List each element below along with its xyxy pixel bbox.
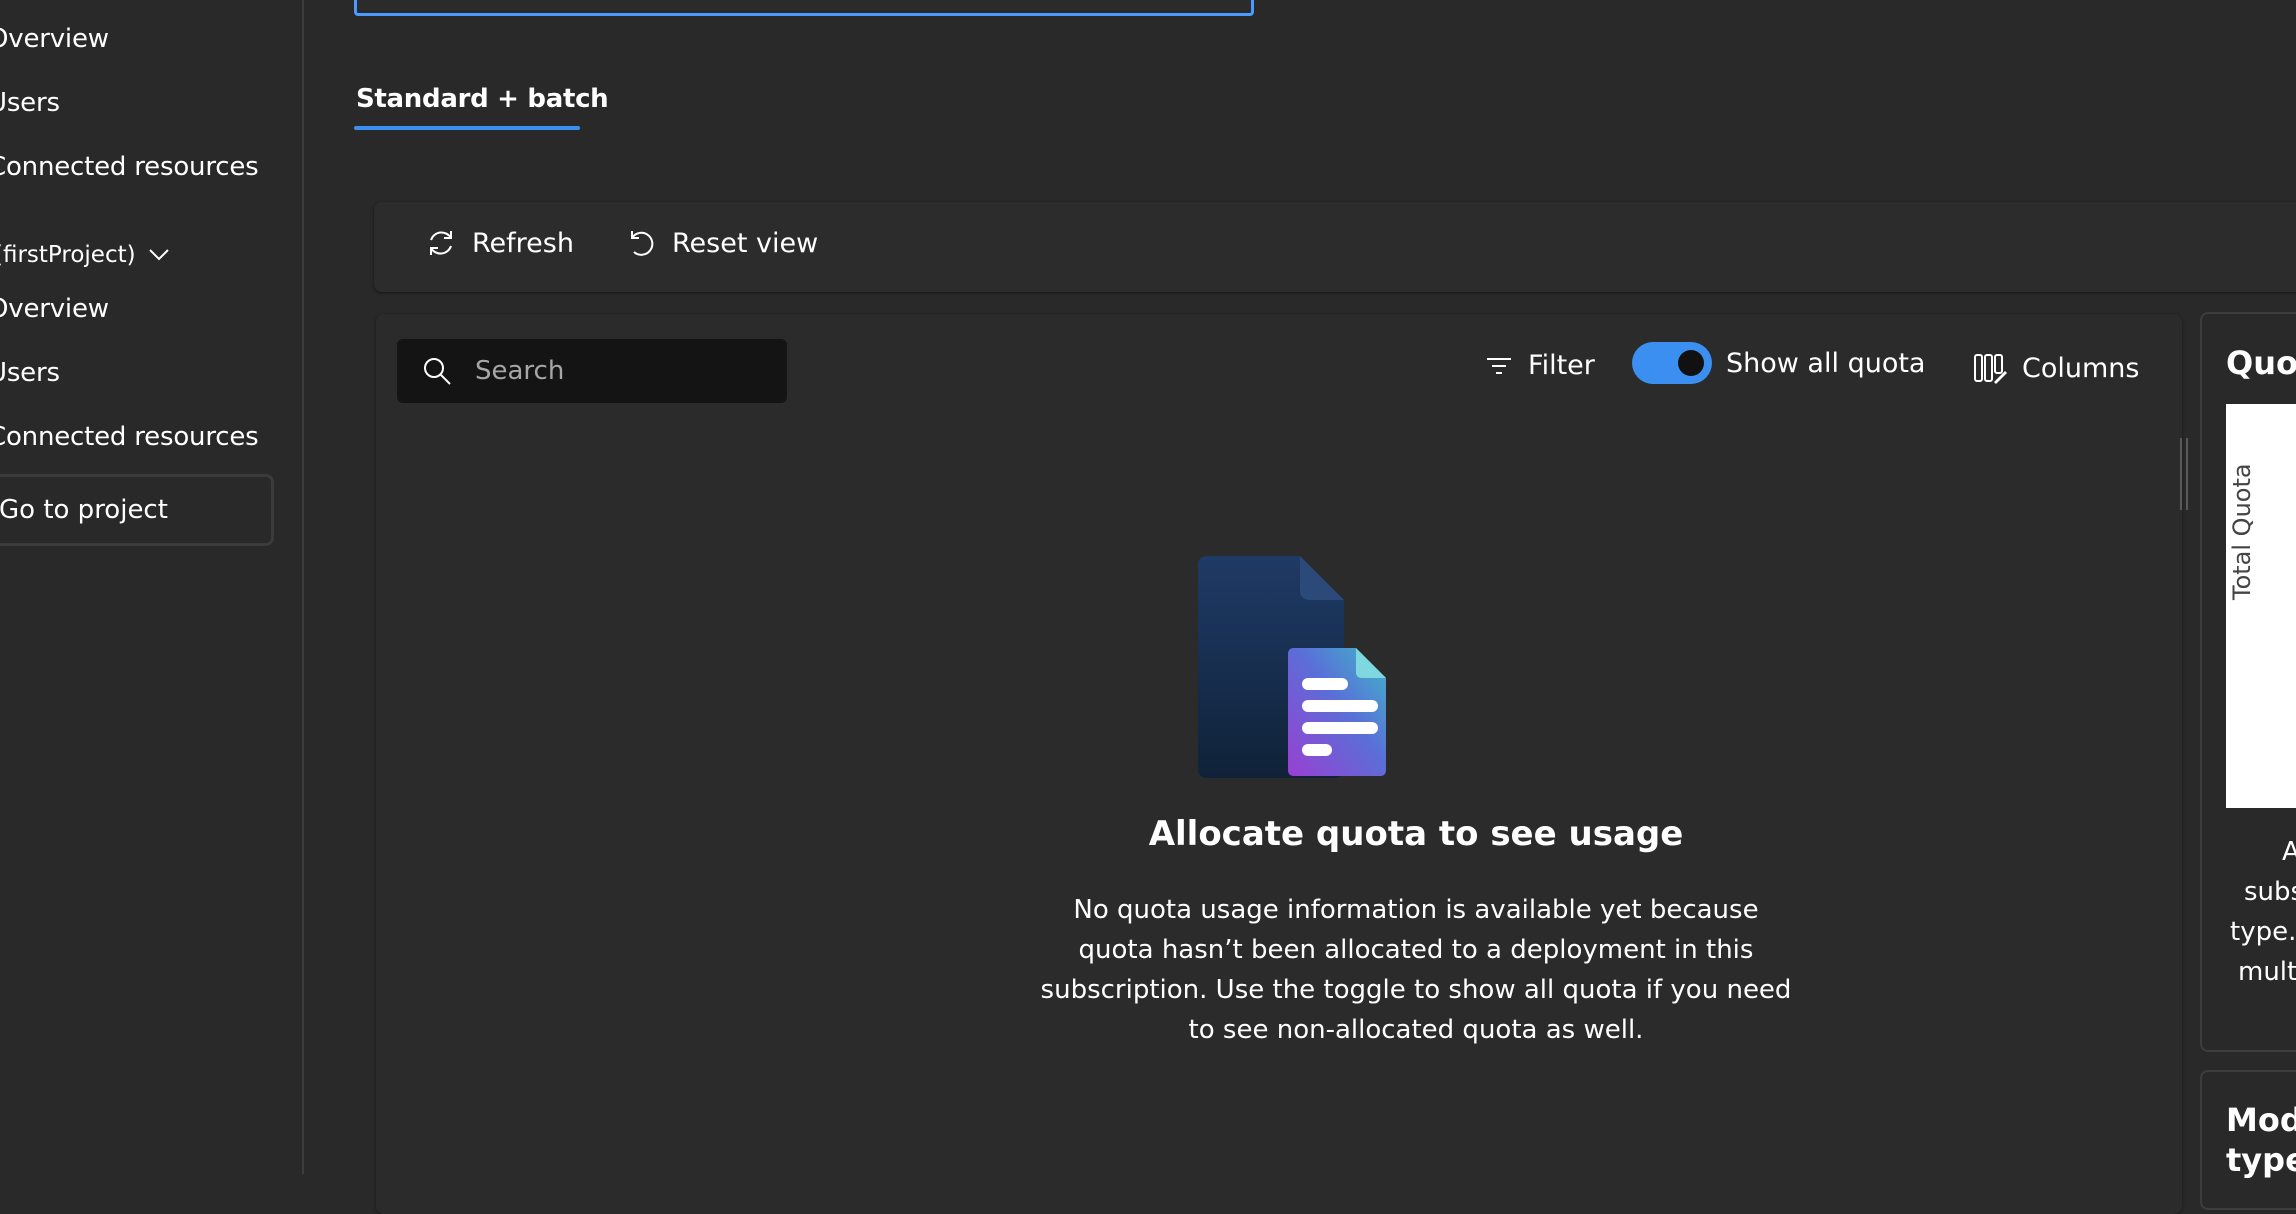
- tab-standard-batch[interactable]: Standard + batch: [356, 84, 609, 114]
- reset-view-button[interactable]: Reset view: [624, 226, 818, 260]
- model-types-card: Model types: [2200, 1070, 2296, 1210]
- empty-state-title: Allocate quota to see usage: [1148, 814, 1684, 854]
- filter-icon: [1487, 357, 1511, 374]
- sidebar-item-users[interactable]: Users: [0, 88, 60, 118]
- quota-card-text: A subs type. multi: [2230, 837, 2296, 987]
- filter-button[interactable]: Filter: [1484, 350, 1595, 381]
- quota-grid-panel: Filter Show all quota Columns: [376, 314, 2188, 1214]
- show-all-quota-toggle[interactable]: Show all quota: [1632, 342, 1925, 384]
- sidebar-item-connected-resources[interactable]: Connected resources: [0, 152, 259, 182]
- document-illustration-icon: [1198, 556, 1386, 778]
- chevron-down-icon: [148, 249, 169, 261]
- project-group-label: (firstProject): [0, 242, 136, 268]
- empty-state-description: No quota usage information is available …: [1040, 895, 1792, 1045]
- model-types-title: Model types: [2226, 1101, 2296, 1179]
- go-to-project-button[interactable]: Go to project: [0, 474, 274, 546]
- columns-button[interactable]: Columns: [1972, 350, 2139, 386]
- undo-icon: [631, 231, 654, 256]
- search-input[interactable]: [473, 355, 773, 387]
- toggle-knob: [1678, 350, 1704, 376]
- quota-summary-card: Quota A subs type. multi: [2200, 312, 2296, 1052]
- top-input-field[interactable]: [354, 0, 1254, 16]
- quota-chart-y-axis-label: Total Quota: [2228, 463, 2256, 600]
- tab-selected-indicator: [354, 126, 580, 130]
- sidebar: Overview Users Connected resources (firs…: [0, 0, 304, 1174]
- sidebar-project-item-overview[interactable]: Overview: [0, 294, 109, 324]
- refresh-icon: [430, 231, 452, 255]
- panel-resize-handle[interactable]: [2180, 438, 2188, 510]
- sidebar-project-item-users[interactable]: Users: [0, 358, 60, 388]
- sidebar-item-overview[interactable]: Overview: [0, 24, 109, 54]
- sidebar-project-item-connected-resources[interactable]: Connected resources: [0, 422, 259, 452]
- toolbar: Refresh Reset view: [374, 202, 2296, 292]
- refresh-button[interactable]: Refresh: [424, 226, 574, 260]
- quota-card-title: Quota: [2226, 344, 2296, 382]
- toggle-switch[interactable]: [1632, 342, 1712, 384]
- sidebar-project-group[interactable]: (firstProject): [0, 242, 170, 268]
- search-box[interactable]: [397, 339, 787, 403]
- search-icon: [424, 358, 451, 385]
- columns-icon: [1974, 354, 2007, 384]
